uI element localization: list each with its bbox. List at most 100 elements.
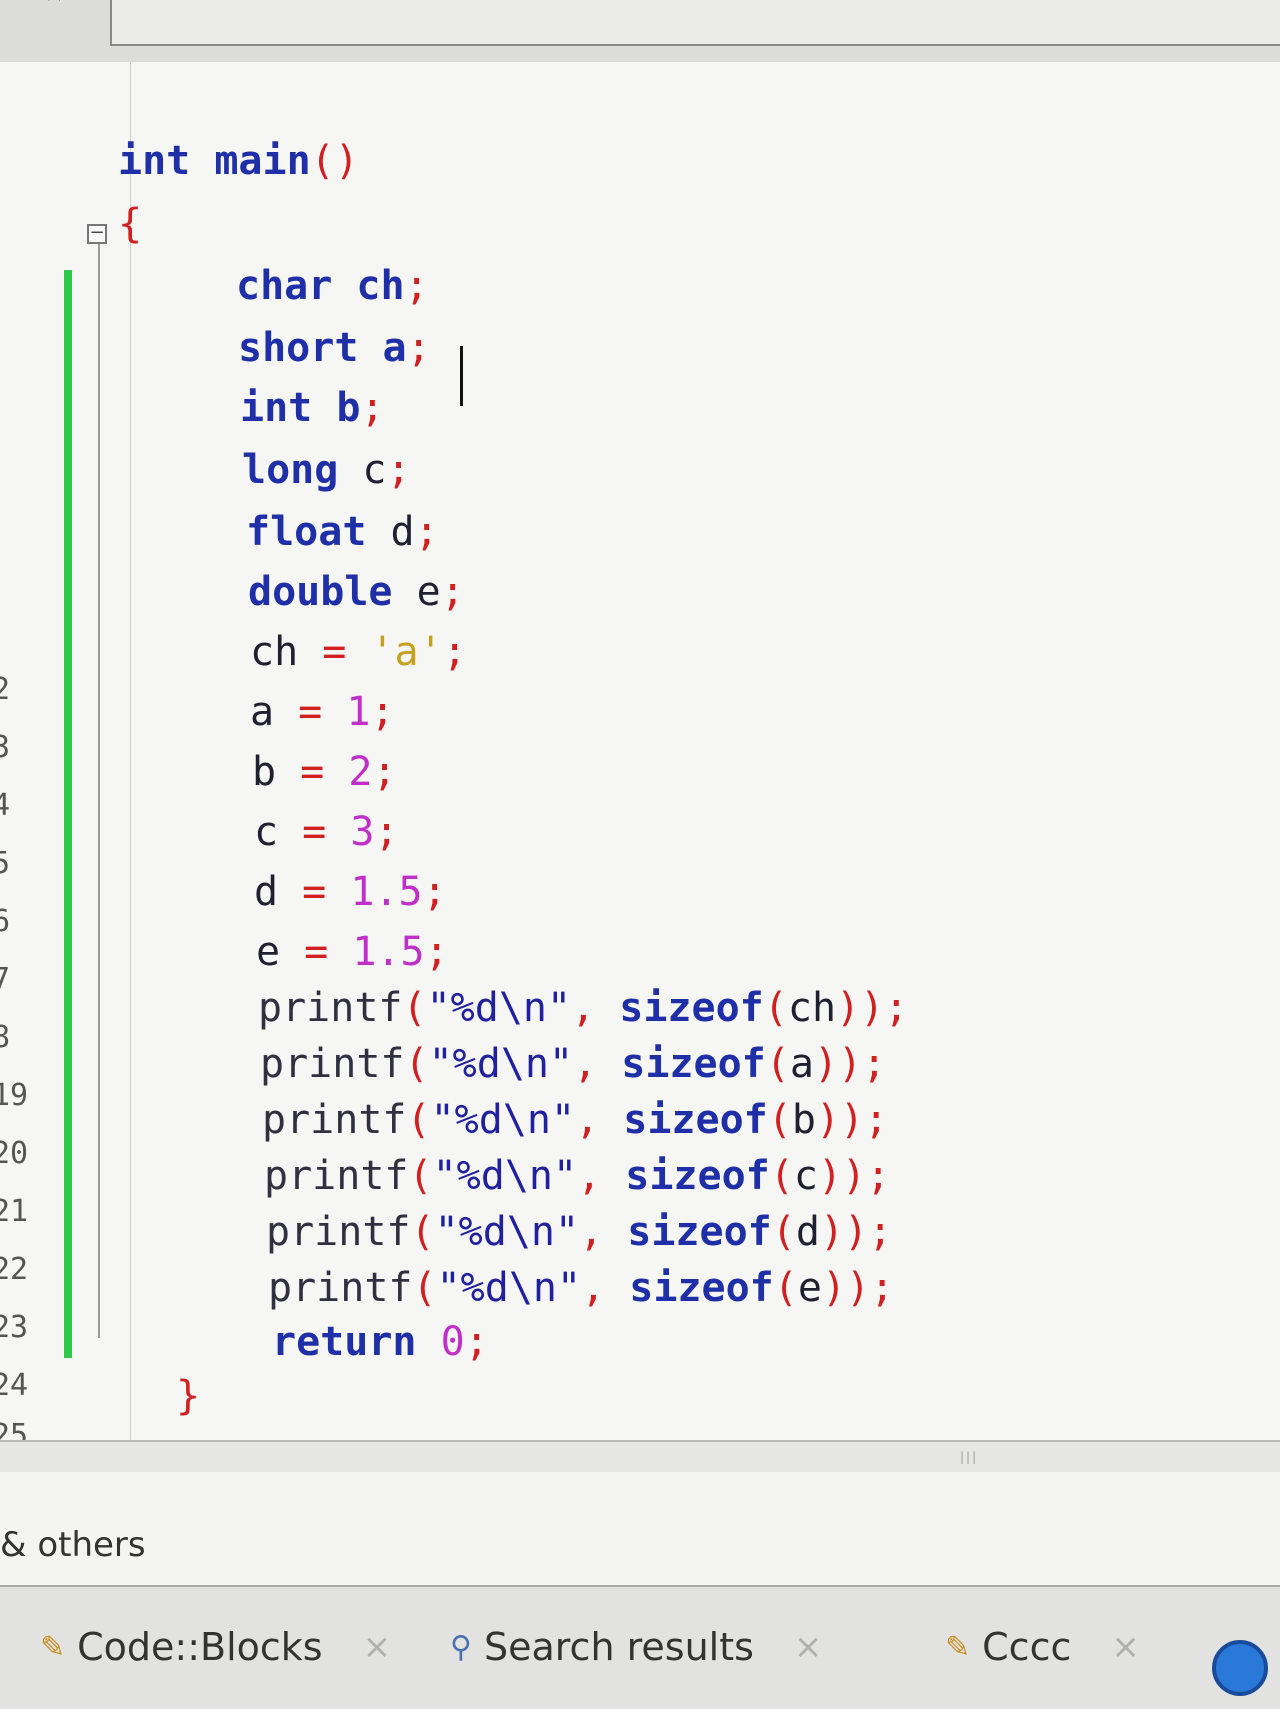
- code-line[interactable]: d = 1.5;: [254, 868, 447, 916]
- code-line[interactable]: float d;: [246, 508, 439, 556]
- code-line[interactable]: printf("%d\n", sizeof(ch));: [258, 984, 908, 1032]
- code-token: ;: [440, 569, 465, 615]
- tab-cccc[interactable]: ✎ Cccc ×: [945, 1617, 1140, 1677]
- code-line[interactable]: char ch;: [236, 262, 429, 310]
- code-token: d: [795, 1209, 820, 1255]
- code-token: "%d\n": [434, 1209, 580, 1255]
- close-icon[interactable]: ×: [1111, 1627, 1140, 1667]
- status-orb-icon[interactable]: [1212, 1640, 1268, 1696]
- code-token: float: [246, 509, 391, 555]
- code-token: b: [252, 749, 301, 795]
- code-line[interactable]: int b;: [240, 384, 385, 432]
- toolbar-area: [110, 0, 1280, 46]
- code-token: printf: [264, 1153, 409, 1199]
- code-token: (: [412, 1265, 437, 1311]
- code-token: e: [797, 1265, 822, 1311]
- code-token: d: [390, 509, 415, 555]
- chevron-icon[interactable]: ⌃: [40, 0, 69, 26]
- change-marker-bar: [64, 270, 72, 1358]
- code-token: ;: [414, 509, 439, 555]
- line-number: 21: [0, 1194, 29, 1229]
- code-line[interactable]: c = 3;: [254, 808, 399, 856]
- code-token: "%d\n": [430, 1097, 576, 1143]
- code-token: ;: [360, 385, 385, 431]
- line-number: 6: [0, 904, 11, 939]
- code-token: ,: [579, 1209, 628, 1255]
- code-token: (: [410, 1209, 435, 1255]
- code-line[interactable]: printf("%d\n", sizeof(e));: [268, 1264, 894, 1312]
- code-token: (: [767, 1097, 792, 1143]
- code-line[interactable]: printf("%d\n", sizeof(c));: [264, 1152, 890, 1200]
- code-token: "%d\n": [432, 1153, 578, 1199]
- bottom-tab-bar: ✎ Code::Blocks × ⚲ Search results × ✎ Cc…: [0, 1585, 1280, 1709]
- line-number-gutter: 2 3 4 5 6 7 8 19 20 21 22 23 24 25: [0, 62, 60, 1453]
- code-token: printf: [266, 1209, 411, 1255]
- code-line[interactable]: ch = 'a';: [250, 628, 467, 676]
- tab-label: Search results: [483, 1625, 754, 1669]
- code-token: =: [302, 869, 351, 915]
- code-token: d: [254, 869, 303, 915]
- code-token: ));: [819, 1209, 893, 1255]
- code-token: ,: [575, 1097, 624, 1143]
- code-token: ;: [370, 689, 395, 735]
- code-token: 'a': [370, 629, 443, 675]
- pencil-icon: ✎: [40, 1629, 66, 1665]
- code-line[interactable]: int main(): [118, 137, 359, 185]
- code-line[interactable]: short a;: [238, 324, 431, 372]
- code-token: (: [765, 1041, 790, 1087]
- close-icon[interactable]: ×: [363, 1627, 392, 1667]
- panel-label: & others: [0, 1525, 146, 1565]
- code-token: printf: [262, 1097, 407, 1143]
- pencil-icon: ✎: [945, 1629, 971, 1665]
- scrollbar-grip-icon[interactable]: |||: [960, 1450, 990, 1464]
- code-line[interactable]: double e;: [248, 568, 465, 616]
- line-number: 19: [0, 1078, 29, 1113]
- code-token: =: [298, 689, 347, 735]
- code-line[interactable]: printf("%d\n", sizeof(d));: [266, 1208, 892, 1256]
- fold-collapse-icon[interactable]: −: [87, 224, 107, 244]
- code-token: "%d\n": [426, 985, 572, 1031]
- code-line[interactable]: }: [176, 1372, 200, 1420]
- code-token: }: [176, 1373, 201, 1419]
- code-token: =: [300, 749, 349, 795]
- gutter-divider: [130, 62, 131, 1444]
- tab-search-results[interactable]: ⚲ Search results ×: [450, 1617, 822, 1677]
- code-token: (: [769, 1153, 794, 1199]
- line-number: 20: [0, 1136, 29, 1171]
- close-icon[interactable]: ×: [794, 1627, 823, 1667]
- line-number: 22: [0, 1252, 29, 1287]
- code-token: ;: [464, 1319, 489, 1365]
- code-token: (: [404, 1041, 429, 1087]
- code-line[interactable]: a = 1;: [250, 688, 395, 736]
- code-token: (: [771, 1209, 796, 1255]
- line-number: 2: [0, 672, 11, 707]
- code-line[interactable]: printf("%d\n", sizeof(b));: [262, 1096, 888, 1144]
- code-line[interactable]: e = 1.5;: [256, 928, 449, 976]
- code-line[interactable]: {: [118, 200, 142, 248]
- code-editor[interactable]: 2 3 4 5 6 7 8 19 20 21 22 23 24 25 − int…: [0, 62, 1280, 1453]
- tab-codeblocks[interactable]: ✎ Code::Blocks ×: [40, 1617, 391, 1677]
- horizontal-scrollbar[interactable]: |||: [0, 1440, 1280, 1472]
- code-token: (: [773, 1265, 798, 1311]
- code-line[interactable]: return 0;: [272, 1318, 489, 1366]
- line-number: 24: [0, 1368, 29, 1403]
- code-token: ch: [250, 629, 323, 675]
- code-line[interactable]: long c;: [242, 446, 411, 494]
- code-token: ;: [386, 447, 411, 493]
- code-line[interactable]: b = 2;: [252, 748, 397, 796]
- fold-line: [98, 238, 100, 1338]
- code-token: b: [791, 1097, 816, 1143]
- code-token: 2: [348, 749, 373, 795]
- code-token: e: [416, 569, 441, 615]
- code-token: ,: [571, 985, 620, 1031]
- code-token: "%d\n": [428, 1041, 574, 1087]
- code-token: ));: [817, 1153, 891, 1199]
- tab-label: Code::Blocks: [77, 1625, 323, 1669]
- code-line[interactable]: printf("%d\n", sizeof(a));: [260, 1040, 886, 1088]
- code-token: printf: [260, 1041, 405, 1087]
- code-token: c: [254, 809, 303, 855]
- code-token: a: [382, 325, 407, 371]
- tab-label: Cccc: [982, 1625, 1072, 1669]
- line-number: 3: [0, 730, 11, 765]
- code-token: c: [793, 1153, 818, 1199]
